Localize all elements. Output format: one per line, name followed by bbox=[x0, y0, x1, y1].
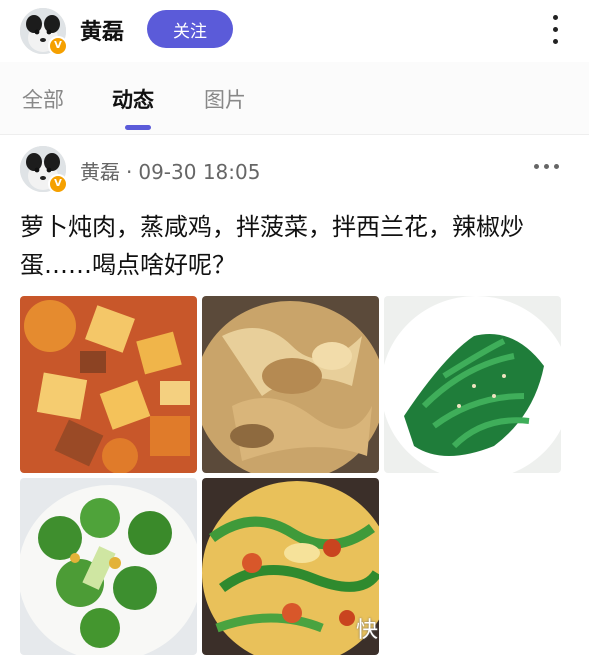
active-tab-indicator bbox=[125, 125, 151, 130]
post-photo-steamed-salted-chicken[interactable] bbox=[202, 296, 379, 473]
post-photo-spinach[interactable] bbox=[384, 296, 561, 473]
follow-button[interactable]: 关注 bbox=[147, 10, 233, 48]
verified-badge-icon: V bbox=[48, 36, 68, 56]
tab-all[interactable]: 全部 bbox=[22, 84, 64, 114]
watermark-text: 快 bbox=[356, 618, 379, 643]
more-vertical-icon[interactable] bbox=[545, 12, 565, 48]
post-photo-chili-egg[interactable]: 快 bbox=[202, 478, 379, 655]
tab-photos[interactable]: 图片 bbox=[204, 84, 246, 114]
tab-bar: 全部 动态 图片 bbox=[0, 62, 589, 135]
profile-header: V 黄磊 关注 bbox=[0, 0, 589, 60]
avatar[interactable]: V bbox=[20, 8, 68, 56]
tab-dynamic[interactable]: 动态 bbox=[112, 84, 154, 114]
user-name[interactable]: 黄磊 bbox=[80, 14, 124, 46]
post-timestamp: 09-30 18:05 bbox=[138, 160, 261, 184]
post-text: 萝卜炖肉，蒸咸鸡，拌菠菜，拌西兰花，辣椒炒蛋……喝点啥好呢？ bbox=[20, 213, 524, 279]
post-meta: 黄磊 · 09-30 18:05 bbox=[80, 156, 260, 185]
post-author-avatar[interactable]: V bbox=[20, 146, 68, 194]
meta-separator: · bbox=[126, 160, 133, 184]
more-horizontal-icon[interactable] bbox=[532, 164, 562, 172]
post-photo-broccoli[interactable] bbox=[20, 478, 197, 655]
post-author-name[interactable]: 黄磊 bbox=[80, 160, 120, 184]
verified-badge-icon: V bbox=[48, 174, 68, 194]
post-photo-radish-stew[interactable] bbox=[20, 296, 197, 473]
